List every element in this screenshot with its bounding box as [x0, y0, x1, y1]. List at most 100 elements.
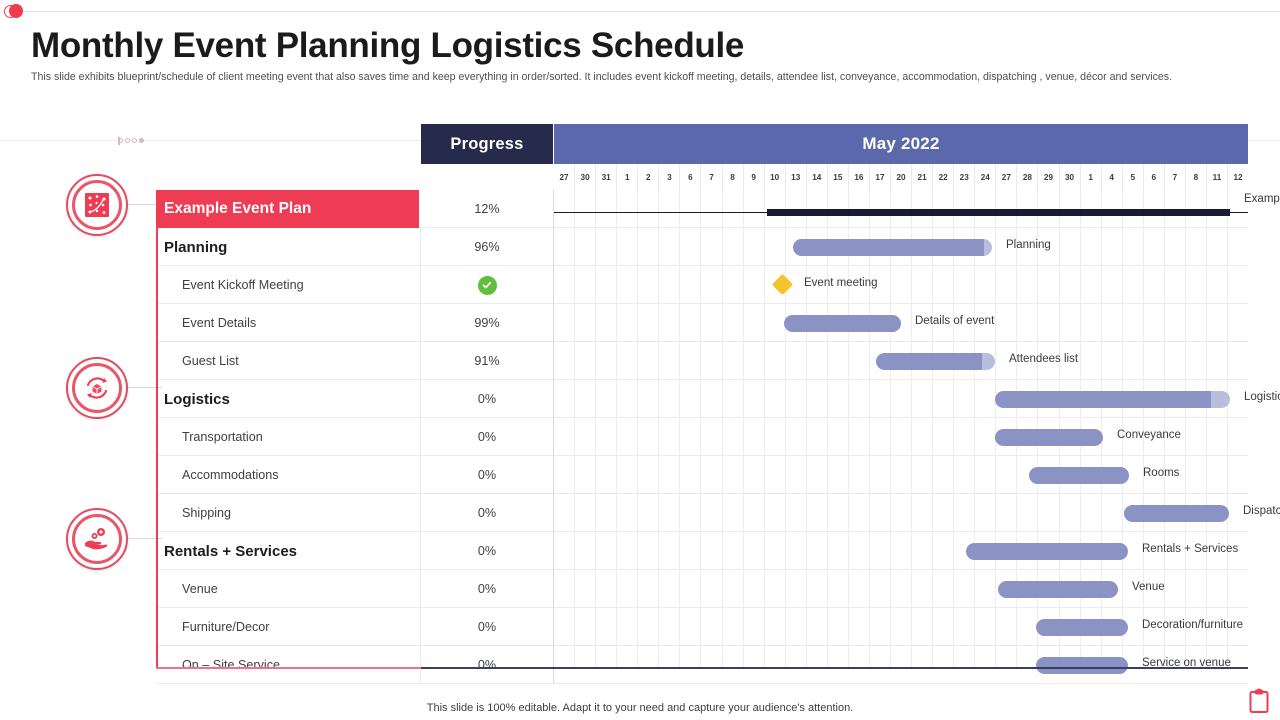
- gantt-bar-label: Attendees list: [1009, 353, 1079, 365]
- task-name-cell: Shipping: [156, 494, 421, 532]
- task-name-cell: Event Details: [156, 304, 421, 342]
- bottom-accent-right: [421, 667, 1248, 669]
- progress-cell: 0%: [421, 418, 554, 456]
- date-tick: 7: [701, 164, 723, 190]
- gantt-bar[interactable]: [1036, 656, 1128, 674]
- date-tick: 22: [933, 164, 955, 190]
- gantt-bar[interactable]: [1029, 466, 1129, 484]
- gantt-bar[interactable]: [995, 390, 1230, 408]
- date-tick: 6: [1144, 164, 1165, 190]
- progress-cell: 99%: [421, 304, 554, 342]
- hand-gears-icon: [85, 528, 108, 550]
- date-tick: 5: [1123, 164, 1144, 190]
- gantt-bar[interactable]: [995, 428, 1103, 446]
- gantt-bar-label: Dispatching: [1243, 505, 1280, 517]
- clipboard-icon: [1248, 688, 1270, 714]
- left-accent-bar: [156, 190, 158, 668]
- date-tick-row: 27 30 31 1 2 3 6 7 8 9 10 13 14 15 16 17 20 21 22 23 24 27 28 2…: [554, 164, 1248, 190]
- summary-bar[interactable]: [767, 209, 1230, 216]
- date-tick: 8: [1186, 164, 1207, 190]
- gantt-bar-label: Decoration/furniture: [1142, 619, 1243, 631]
- date-tick: 3: [659, 164, 681, 190]
- header-month: May 2022: [554, 124, 1248, 164]
- task-name-cell: Furniture/Decor: [156, 608, 421, 646]
- progress-cell: 0%: [421, 608, 554, 646]
- gantt-bar-progress: [876, 352, 982, 370]
- date-tick: 20: [891, 164, 913, 190]
- date-tick: 9: [744, 164, 765, 190]
- gantt-grid: Example Event Plan 12% Planning 96% Event Ki…: [156, 190, 1280, 684]
- progress-cell: 0%: [421, 494, 554, 532]
- footer-note: This slide is 100% editable. Adapt it to…: [426, 702, 854, 714]
- page-title: Monthly Event Planning Logistics Schedul…: [31, 26, 745, 65]
- dotted-decoration: [118, 136, 158, 145]
- date-tick: 7: [1165, 164, 1186, 190]
- progress-cell: 0%: [421, 532, 554, 570]
- gantt-bar-label: Logistics: [1244, 391, 1280, 403]
- task-name-cell: Example Event Plan: [156, 190, 419, 228]
- progress-cell: 0%: [421, 456, 554, 494]
- gantt-bar[interactable]: [1124, 504, 1229, 522]
- date-tick: 30: [575, 164, 597, 190]
- task-name-cell: Event Kickoff Meeting: [156, 266, 421, 304]
- gantt-bar-label: Venue: [1132, 581, 1165, 593]
- gantt-bar-label: Rentals + Services: [1142, 543, 1239, 555]
- date-tick: 1: [617, 164, 639, 190]
- date-tick: 27: [554, 164, 576, 190]
- progress-cell: 0%: [421, 380, 554, 418]
- badge-planning: [66, 174, 128, 236]
- gantt-bar-label: Example Event Plan: [1244, 193, 1280, 205]
- task-name-cell: Rentals + Services: [156, 532, 421, 570]
- progress-cell: 91%: [421, 342, 554, 380]
- slide-canvas: Monthly Event Planning Logistics Schedul…: [0, 0, 1280, 720]
- gantt-bar-label: Conveyance: [1117, 429, 1181, 441]
- progress-cell: 0%: [421, 646, 554, 684]
- gantt-bar[interactable]: [784, 314, 901, 332]
- gantt-bar-label: Rooms: [1143, 467, 1180, 479]
- date-tick: 27: [996, 164, 1018, 190]
- date-tick: 23: [954, 164, 976, 190]
- date-tick: 8: [723, 164, 744, 190]
- gantt-bar[interactable]: [876, 352, 995, 370]
- date-tick: 31: [596, 164, 618, 190]
- date-tick: 2: [638, 164, 660, 190]
- gantt-bar-label: Planning: [1006, 239, 1051, 251]
- date-tick: 24: [975, 164, 997, 190]
- top-divider: [22, 11, 1280, 12]
- gantt-bar-progress: [793, 238, 985, 256]
- gantt-bar[interactable]: [1036, 618, 1128, 636]
- date-tick: 6: [680, 164, 702, 190]
- task-name-cell: Venue: [156, 570, 421, 608]
- progress-cell: 96%: [421, 228, 554, 266]
- date-tick: 13: [786, 164, 807, 190]
- date-tick: 17: [870, 164, 891, 190]
- date-tick: 4: [1102, 164, 1123, 190]
- gantt-bars: Example Event Plan Planning Event meeting D…: [554, 190, 1280, 674]
- header-progress: Progress: [421, 124, 553, 164]
- gantt-bar[interactable]: [998, 580, 1118, 598]
- bottom-accent-left: [156, 667, 421, 669]
- progress-cell: 12%: [421, 190, 554, 228]
- check-complete-icon: [477, 275, 497, 295]
- task-name-cell: Guest List: [156, 342, 421, 380]
- date-tick: 21: [912, 164, 934, 190]
- task-name-cell: Logistics: [156, 380, 421, 418]
- task-name-cell: Transportation: [156, 418, 421, 456]
- badge-rentals-services: [66, 508, 128, 570]
- network-nodes-icon: [85, 193, 109, 217]
- date-tick: 12: [1233, 172, 1243, 182]
- milestone-diamond[interactable]: [771, 273, 794, 296]
- date-tick: 16: [849, 164, 870, 190]
- date-tick: 28: [1017, 164, 1039, 190]
- date-tick: 11: [1207, 164, 1228, 190]
- badge-logistics: [66, 357, 128, 419]
- page-subtitle: This slide exhibits blueprint/schedule o…: [31, 71, 1173, 83]
- red-dot-icon: [4, 4, 23, 20]
- date-tick: 10: [765, 164, 786, 190]
- date-tick: 1: [1081, 164, 1102, 190]
- gantt-bar[interactable]: [966, 542, 1128, 560]
- progress-cell: [421, 266, 554, 304]
- date-tick: 14: [807, 164, 828, 190]
- gantt-bar-progress: [995, 390, 1212, 408]
- gantt-bar[interactable]: [793, 238, 992, 256]
